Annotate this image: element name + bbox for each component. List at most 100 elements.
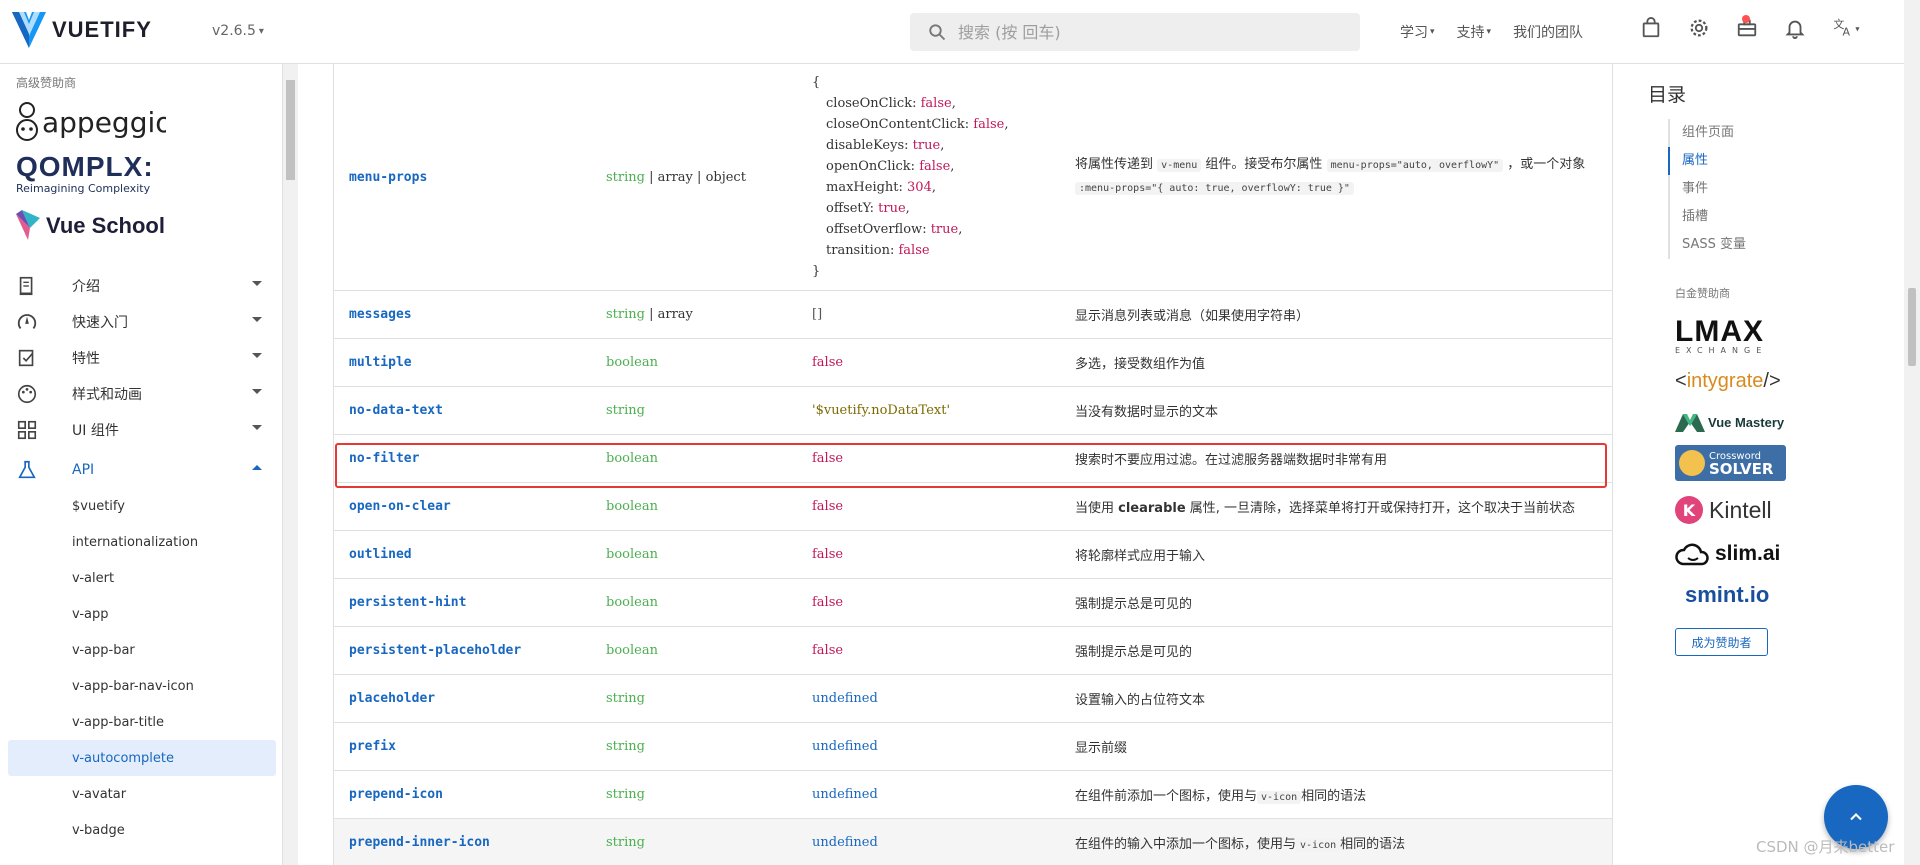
become-sponsor-button[interactable]: 成为赞助者 bbox=[1675, 628, 1768, 656]
smint-sponsor[interactable]: smint.io bbox=[1685, 582, 1769, 608]
prop-description: 当使用 clearable 属性, 一旦清除，选择菜单将打开或保持打开，这个取决… bbox=[1060, 482, 1612, 531]
vuetify-logo[interactable]: VUETIFY bbox=[12, 12, 152, 48]
appeggio-text: appeggio bbox=[42, 106, 166, 139]
learn-menu[interactable]: 学习 ▾ bbox=[1400, 22, 1435, 42]
api-item-vuetify[interactable]: $vuetify bbox=[8, 488, 276, 524]
nav-api[interactable]: API bbox=[8, 452, 276, 488]
prop-default: undefined bbox=[797, 818, 1060, 865]
shopping-bag-icon[interactable] bbox=[1640, 17, 1664, 41]
prop-type: boolean bbox=[591, 626, 797, 675]
search-input[interactable] bbox=[958, 22, 1338, 42]
prop-type: boolean bbox=[591, 338, 797, 387]
flask-icon bbox=[18, 460, 36, 479]
toc-item-events[interactable]: 事件 bbox=[1670, 175, 1848, 203]
prop-name: prepend-icon bbox=[334, 770, 591, 819]
nav-features[interactable]: 特性 bbox=[8, 340, 276, 376]
book-icon bbox=[19, 276, 33, 296]
api-item-v-app-bar-title[interactable]: v-app-bar-title bbox=[8, 704, 276, 740]
page-scrollbar-thumb[interactable] bbox=[1908, 288, 1916, 366]
sidebar: 高级赞助商 appeggio QOMPLX: Reimagining Compl… bbox=[0, 64, 283, 865]
svg-text:A: A bbox=[1843, 25, 1851, 38]
type-part: string bbox=[606, 307, 645, 322]
palette-icon bbox=[17, 384, 37, 404]
api-item-v-alert[interactable]: v-alert bbox=[8, 560, 276, 596]
code-value: false bbox=[920, 96, 952, 111]
code-value: false bbox=[919, 159, 951, 174]
slim-text: slim.ai bbox=[1715, 542, 1781, 565]
prop-default: { closeOnClick: false, closeOnContentCli… bbox=[797, 64, 1060, 291]
nav-styles[interactable]: 样式和动画 bbox=[8, 376, 276, 412]
chevron-down-icon bbox=[252, 425, 262, 430]
lmax-sponsor[interactable]: LMAX EXCHANGE bbox=[1675, 317, 1767, 356]
api-item-v-badge[interactable]: v-badge bbox=[8, 812, 276, 848]
bell-icon[interactable] bbox=[1784, 17, 1808, 41]
code-chip: v-menu bbox=[1157, 159, 1202, 172]
cloud-icon bbox=[1675, 543, 1709, 566]
crossword-sponsor[interactable]: Crossword SOLVER bbox=[1675, 445, 1786, 481]
prop-type: string bbox=[591, 674, 797, 723]
code-line: offsetY: true, bbox=[826, 201, 910, 216]
page-scrollbar[interactable] bbox=[1904, 0, 1920, 865]
version-select[interactable]: v2.6.5 ▾ bbox=[212, 23, 264, 39]
table-row: menu-props string | array | object { clo… bbox=[334, 64, 1612, 291]
nav-ui-components-label: UI 组件 bbox=[72, 423, 119, 439]
vuemastery-sponsor[interactable]: Vue Mastery bbox=[1675, 412, 1784, 432]
prop-type: string bbox=[591, 386, 797, 435]
api-item-v-autocomplete[interactable]: v-autocomplete bbox=[8, 740, 276, 776]
api-item-v-app-bar-nav-icon[interactable]: v-app-bar-nav-icon bbox=[8, 668, 276, 704]
prop-type: boolean bbox=[591, 482, 797, 531]
gear-icon[interactable] bbox=[1688, 17, 1712, 41]
sidebar-scrollbar[interactable] bbox=[283, 64, 298, 865]
nav-getting-started[interactable]: 快速入门 bbox=[8, 304, 276, 340]
prop-default: false bbox=[797, 434, 1060, 483]
version-label: v2.6.5 bbox=[212, 23, 256, 39]
code-line: disableKeys: true, bbox=[826, 138, 945, 153]
qomplx-sponsor[interactable]: QOMPLX: Reimagining Complexity bbox=[16, 151, 154, 196]
table-row: multiple boolean false 多选，接受数组作为值 bbox=[334, 338, 1612, 387]
chevron-down-icon: ▾ bbox=[1486, 27, 1492, 37]
api-item-v-app[interactable]: v-app bbox=[8, 596, 276, 632]
nav-ui-components[interactable]: UI 组件 bbox=[8, 412, 276, 448]
feature-icon bbox=[18, 349, 34, 367]
desc-text: 属性, 一旦清除，选择菜单将打开或保持打开，这个取决于当前状态 bbox=[1185, 501, 1576, 516]
sidebar-scrollbar-thumb[interactable] bbox=[286, 80, 295, 180]
appeggio-sponsor[interactable]: appeggio bbox=[16, 100, 172, 150]
support-menu[interactable]: 支持 ▾ bbox=[1457, 22, 1492, 42]
slim-sponsor[interactable]: slim.ai bbox=[1675, 540, 1780, 568]
prop-description: 将属性传递到 v-menu 组件。接受布尔属性 menu-props="auto… bbox=[1060, 64, 1612, 291]
code-value: true bbox=[930, 222, 959, 237]
kintell-logo-icon: K bbox=[1675, 496, 1703, 524]
toc-item-props[interactable]: 属性 bbox=[1668, 147, 1848, 175]
vueschool-sponsor[interactable]: Vue School bbox=[16, 210, 165, 242]
table-row: prepend-icon string undefined 在组件前添加一个图标… bbox=[334, 770, 1612, 819]
code-chip: :menu-props="{ auto: true, overflowY: tr… bbox=[1075, 182, 1354, 195]
api-item-v-avatar[interactable]: v-avatar bbox=[8, 776, 276, 812]
toolbar-icons: 文 A ▾ bbox=[1640, 15, 1868, 41]
api-item-v-app-bar[interactable]: v-app-bar bbox=[8, 632, 276, 668]
nav-intro[interactable]: 介绍 bbox=[8, 268, 276, 304]
briefcase-icon[interactable] bbox=[1736, 15, 1760, 41]
api-item-internationalization[interactable]: internationalization bbox=[8, 524, 276, 560]
prop-name: prepend-inner-icon bbox=[334, 818, 591, 865]
qomplx-text: QOMPLX: bbox=[16, 151, 154, 182]
toc-item-sass-vars[interactable]: SASS 变量 bbox=[1670, 231, 1848, 259]
team-link[interactable]: 我们的团队 bbox=[1513, 22, 1583, 42]
prop-description: 搜索时不要应用过滤。在过滤服务器端数据时非常有用 bbox=[1060, 434, 1612, 483]
code-key: transition bbox=[826, 243, 890, 258]
kintell-sponsor[interactable]: K Kintell bbox=[1675, 496, 1772, 524]
prop-description: 强制提示总是可见的 bbox=[1060, 626, 1612, 675]
search-box[interactable] bbox=[910, 13, 1360, 51]
nav-features-label: 特性 bbox=[72, 351, 100, 367]
toc-item-component-page[interactable]: 组件页面 bbox=[1670, 119, 1848, 147]
code-value: true bbox=[878, 201, 906, 216]
prop-name: no-data-text bbox=[334, 386, 591, 435]
type-separator: | bbox=[649, 169, 658, 185]
prop-name: prefix bbox=[334, 722, 591, 771]
intygrate-sponsor[interactable]: <intygrate/> bbox=[1675, 370, 1781, 393]
vuemastery-logo-icon bbox=[1675, 414, 1705, 432]
code-key: offsetY bbox=[826, 201, 870, 216]
toc-item-slots[interactable]: 插槽 bbox=[1670, 203, 1848, 231]
translate-icon[interactable]: 文 A ▾ bbox=[1832, 17, 1868, 41]
chevron-up-icon bbox=[1850, 813, 1862, 821]
kintell-text: Kintell bbox=[1709, 496, 1772, 523]
